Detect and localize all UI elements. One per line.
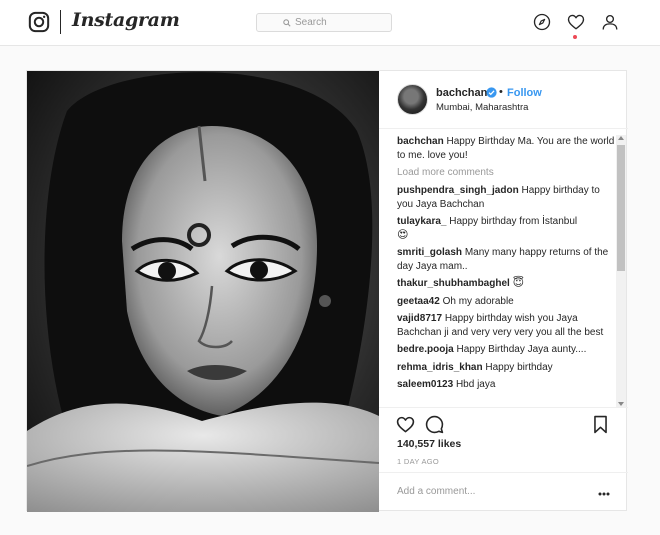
post-location[interactable]: Mumbai, Maharashtra [436,102,528,113]
comment-text: Happy birthday from İstanbul [449,216,578,227]
instagram-glyph-icon[interactable] [28,11,50,33]
top-nav: Instagram [0,0,660,46]
post-username[interactable]: bachchan [436,87,487,99]
post-card: bachchan • Follow Mumbai, Maharashtra ba… [26,70,628,512]
comment-username[interactable]: thakur_shubhambaghel [397,278,510,289]
comment-username[interactable]: bedre.pooja [397,344,454,355]
likes-count[interactable]: 140,557 likes [397,438,461,450]
comment-username[interactable]: rehma_idris_khan [397,362,483,373]
comment-username[interactable]: tulaykara_ [397,216,446,227]
comment-item: vajid8717 Happy birthday wish you Jaya B… [397,312,615,339]
comment-username[interactable]: geetaa42 [397,296,440,307]
comment-text: Oh my adorable [442,295,514,307]
comments-panel[interactable]: bachchan Happy Birthday Ma. You are the … [379,135,628,407]
comment-item: saleem0123 Hbd jaya [397,378,615,392]
caption: bachchan Happy Birthday Ma. You are the … [397,135,615,162]
scroll-up-arrow-icon[interactable] [618,136,624,140]
ellipsis-icon[interactable] [598,492,610,496]
scroll-down-arrow-icon[interactable] [618,402,624,406]
load-more-comments-button[interactable]: Load more comments [397,167,615,178]
comment-text: Hbd jaya [455,379,496,390]
heart-eyes-emoji-icon: 😍 [397,228,409,241]
instagram-wordmark[interactable]: Instagram [72,9,180,31]
separator-dot: • [499,86,503,98]
avatar[interactable] [397,84,428,115]
comment-item: geetaa42 Oh my adorable [397,295,615,309]
notification-dot [573,35,577,39]
comment-username[interactable]: pushpendra_singh_jadon [397,185,519,196]
comment-item: thakur_shubhambaghel 😇 [397,277,615,291]
comments-scrollbar[interactable] [616,135,626,407]
follow-button[interactable]: Follow [507,87,542,99]
like-heart-icon[interactable] [396,415,415,434]
comment-username[interactable]: bachchan [397,136,444,147]
post-photo[interactable] [27,71,379,512]
search-box[interactable] [256,13,392,32]
comment-item: tulaykara_ Happy birthday from İstanbul … [397,215,615,242]
bookmark-icon[interactable] [591,415,610,434]
search-input[interactable] [295,17,365,28]
comment-item: smriti_golash Many many happy returns of… [397,246,615,273]
comment-item: pushpendra_singh_jadon Happy birthday to… [397,184,615,211]
comment-item: rehma_idris_khan Happy birthday [397,361,615,375]
nav-divider [60,10,61,34]
search-icon [283,18,291,27]
comment-text: Happy birthday [485,361,553,373]
comment-text: Happy Birthday Jaya aunty.... [456,344,587,355]
halo-smile-emoji-icon: 😇 [512,277,525,289]
post-timestamp[interactable]: 1 DAY AGO [397,457,439,466]
heart-icon[interactable] [567,13,585,31]
verified-badge-icon [486,87,497,98]
user-icon[interactable] [601,13,619,31]
post-header: bachchan • Follow Mumbai, Maharashtra [379,71,628,129]
post-actions: 140,557 likes 1 DAY AGO [379,407,628,512]
add-comment-input[interactable] [397,486,577,497]
comment-icon[interactable] [425,415,444,434]
comment-username[interactable]: smriti_golash [397,247,462,258]
compass-icon[interactable] [533,13,551,31]
scroll-thumb[interactable] [617,145,625,271]
add-comment-bar [379,472,628,513]
comment-item: bedre.pooja Happy Birthday Jaya aunty...… [397,343,615,357]
comment-list: bachchan Happy Birthday Ma. You are the … [397,135,615,396]
comment-username[interactable]: vajid8717 [397,313,442,324]
post-sidebar: bachchan • Follow Mumbai, Maharashtra ba… [379,71,628,512]
comment-username[interactable]: saleem0123 [397,379,453,390]
